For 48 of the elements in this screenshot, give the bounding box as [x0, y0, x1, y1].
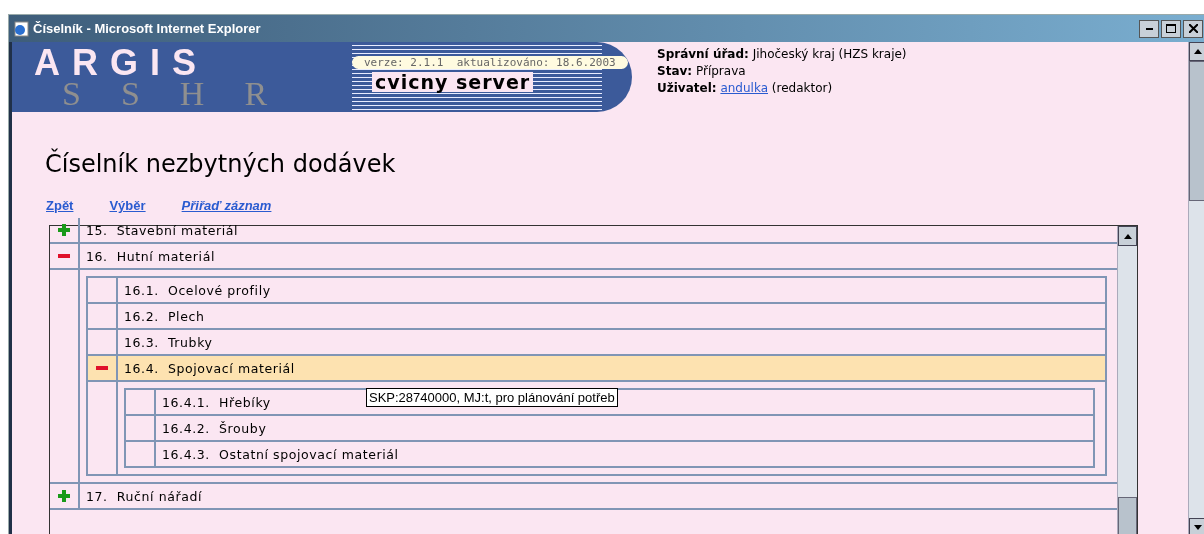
- logo-letter: H: [179, 78, 205, 110]
- plus-icon[interactable]: [58, 224, 70, 236]
- info-label: Správní úřad:: [657, 47, 749, 61]
- maximize-icon: [1166, 24, 1176, 33]
- close-button[interactable]: [1183, 19, 1203, 38]
- scrollbar[interactable]: [1188, 42, 1204, 534]
- info-label: Uživatel:: [657, 81, 717, 95]
- down-arrow-icon: [1194, 525, 1202, 530]
- user-link[interactable]: andulka: [720, 81, 768, 95]
- page-title: Číselník nezbytných dodávek: [45, 150, 397, 178]
- maximize-button[interactable]: [1161, 19, 1181, 38]
- tree-item[interactable]: 15. Stavební materiál: [86, 222, 239, 238]
- nav-link[interactable]: Výběr: [109, 198, 146, 213]
- logo-letter: S: [62, 78, 81, 110]
- minimize-icon: [1145, 27, 1153, 30]
- info-value: Příprava: [695, 64, 746, 78]
- logo: ARGIS: [34, 48, 208, 78]
- info-label: Stav:: [657, 64, 693, 78]
- window-title: Číselník - Microsoft Internet Explorer: [33, 21, 261, 36]
- scroll-up-button[interactable]: [1118, 226, 1137, 246]
- nav-link[interactable]: Přiřaď záznam: [181, 198, 272, 213]
- logo-letter: R: [244, 78, 268, 110]
- tree-item[interactable]: 16.4.1. Hřebíky: [162, 394, 271, 410]
- close-icon: [1188, 24, 1198, 33]
- tree-item[interactable]: 16.2. Plech: [124, 308, 205, 324]
- logo-letter: S: [120, 78, 140, 110]
- tree-item[interactable]: 16.3. Trubky: [124, 334, 213, 350]
- up-arrow-icon: [1123, 233, 1132, 239]
- server-label: cvicny server: [372, 72, 534, 92]
- tree-item[interactable]: 17. Ruční nářadí: [86, 488, 203, 504]
- scrollbar[interactable]: [1117, 226, 1137, 534]
- tree-item[interactable]: 16.4.3. Ostatní spojovací materiál: [162, 446, 399, 462]
- nav-link[interactable]: Zpět: [46, 198, 74, 213]
- version-label: verze: 2.1.1 aktualizováno: 18.6.2003: [352, 56, 628, 69]
- tooltip: SKP:28740000, MJ:t, pro plánování potřeb: [366, 388, 618, 407]
- tree-item[interactable]: 16.1. Ocelové profily: [124, 282, 271, 298]
- info-value: (redaktor): [771, 81, 833, 95]
- scroll-thumb[interactable]: [1189, 61, 1204, 201]
- up-arrow-icon: [1194, 49, 1202, 54]
- scroll-thumb[interactable]: [1118, 497, 1137, 534]
- info-value: Jihočeský kraj (HZS kraje): [752, 47, 907, 61]
- scroll-up-button[interactable]: [1189, 42, 1204, 61]
- tree-item[interactable]: 16.4. Spojovací materiál: [124, 360, 295, 376]
- browser-icon: [13, 20, 29, 37]
- minimize-button[interactable]: [1139, 19, 1159, 38]
- scroll-down-button[interactable]: [1189, 518, 1204, 534]
- tree-item[interactable]: 16. Hutní materiál: [86, 248, 215, 264]
- tree-item[interactable]: 16.4.2. Šrouby: [162, 420, 267, 436]
